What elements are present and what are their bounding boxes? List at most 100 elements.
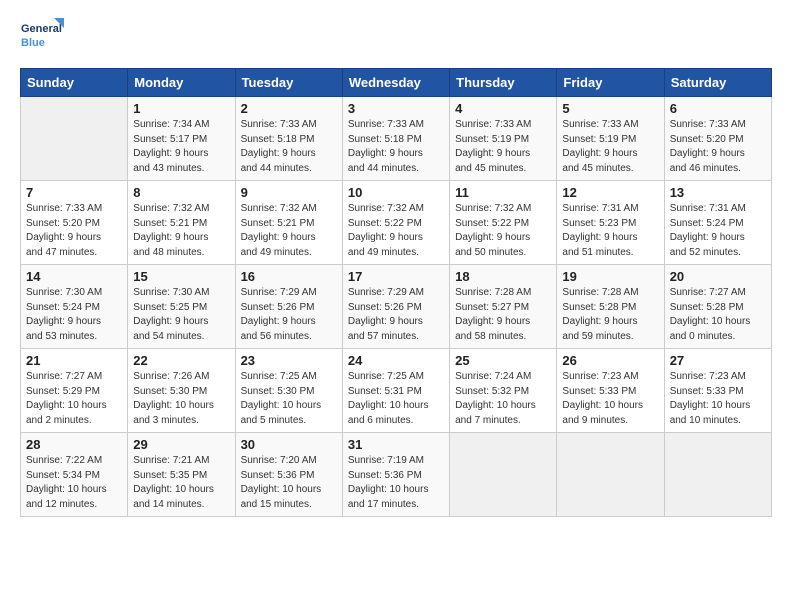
calendar-cell: 6 Sunrise: 7:33 AM Sunset: 5:20 PM Daylig…: [664, 97, 771, 181]
day-number: 25: [455, 353, 551, 368]
weekday-header: Thursday: [450, 69, 557, 97]
weekday-header: Wednesday: [342, 69, 449, 97]
calendar-cell: 2 Sunrise: 7:33 AM Sunset: 5:18 PM Daylig…: [235, 97, 342, 181]
day-number: 23: [241, 353, 337, 368]
day-number: 19: [562, 269, 658, 284]
calendar-cell: 31 Sunrise: 7:19 AM Sunset: 5:36 PM Dayli…: [342, 433, 449, 517]
weekday-header: Friday: [557, 69, 664, 97]
logo: General Blue: [20, 16, 64, 60]
day-number: 12: [562, 185, 658, 200]
calendar-cell: 18 Sunrise: 7:28 AM Sunset: 5:27 PM Dayli…: [450, 265, 557, 349]
day-number: 31: [348, 437, 444, 452]
day-number: 7: [26, 185, 122, 200]
calendar-cell: 3 Sunrise: 7:33 AM Sunset: 5:18 PM Daylig…: [342, 97, 449, 181]
day-number: 20: [670, 269, 766, 284]
cell-detail: Sunrise: 7:22 AM Sunset: 5:34 PM Dayligh…: [26, 454, 122, 512]
cell-detail: Sunrise: 7:31 AM Sunset: 5:23 PM Dayligh…: [562, 202, 658, 260]
calendar-cell: [557, 433, 664, 517]
cell-detail: Sunrise: 7:33 AM Sunset: 5:20 PM Dayligh…: [670, 118, 766, 176]
cell-detail: Sunrise: 7:27 AM Sunset: 5:28 PM Dayligh…: [670, 286, 766, 344]
cell-detail: Sunrise: 7:30 AM Sunset: 5:25 PM Dayligh…: [133, 286, 229, 344]
cell-detail: Sunrise: 7:33 AM Sunset: 5:19 PM Dayligh…: [562, 118, 658, 176]
day-number: 14: [26, 269, 122, 284]
day-number: 4: [455, 101, 551, 116]
cell-detail: Sunrise: 7:19 AM Sunset: 5:36 PM Dayligh…: [348, 454, 444, 512]
calendar-table: SundayMondayTuesdayWednesdayThursdayFrid…: [20, 68, 772, 517]
cell-detail: Sunrise: 7:21 AM Sunset: 5:35 PM Dayligh…: [133, 454, 229, 512]
cell-detail: Sunrise: 7:24 AM Sunset: 5:32 PM Dayligh…: [455, 370, 551, 428]
calendar-cell: 26 Sunrise: 7:23 AM Sunset: 5:33 PM Dayli…: [557, 349, 664, 433]
calendar-cell: 4 Sunrise: 7:33 AM Sunset: 5:19 PM Daylig…: [450, 97, 557, 181]
cell-detail: Sunrise: 7:32 AM Sunset: 5:22 PM Dayligh…: [348, 202, 444, 260]
calendar-cell: 23 Sunrise: 7:25 AM Sunset: 5:30 PM Dayli…: [235, 349, 342, 433]
calendar-cell: [664, 433, 771, 517]
day-number: 26: [562, 353, 658, 368]
day-number: 10: [348, 185, 444, 200]
day-number: 21: [26, 353, 122, 368]
cell-detail: Sunrise: 7:26 AM Sunset: 5:30 PM Dayligh…: [133, 370, 229, 428]
calendar-cell: 30Sunrise: 7:20 AM Sunset: 5:36 PM Dayli…: [235, 433, 342, 517]
calendar-cell: 20 Sunrise: 7:27 AM Sunset: 5:28 PM Dayli…: [664, 265, 771, 349]
cell-detail: Sunrise: 7:23 AM Sunset: 5:33 PM Dayligh…: [670, 370, 766, 428]
cell-detail: Sunrise: 7:33 AM Sunset: 5:18 PM Dayligh…: [348, 118, 444, 176]
day-number: 8: [133, 185, 229, 200]
day-number: 6: [670, 101, 766, 116]
cell-detail: Sunrise: 7:25 AM Sunset: 5:30 PM Dayligh…: [241, 370, 337, 428]
calendar-cell: 24 Sunrise: 7:25 AM Sunset: 5:31 PM Dayli…: [342, 349, 449, 433]
day-number: 29: [133, 437, 229, 452]
calendar-cell: 11Sunrise: 7:32 AM Sunset: 5:22 PM Dayli…: [450, 181, 557, 265]
calendar-cell: 22Sunrise: 7:26 AM Sunset: 5:30 PM Dayli…: [128, 349, 235, 433]
cell-detail: Sunrise: 7:34 AM Sunset: 5:17 PM Dayligh…: [133, 118, 229, 176]
header: General Blue: [20, 16, 772, 60]
cell-detail: Sunrise: 7:28 AM Sunset: 5:27 PM Dayligh…: [455, 286, 551, 344]
weekday-header: Monday: [128, 69, 235, 97]
cell-detail: Sunrise: 7:32 AM Sunset: 5:21 PM Dayligh…: [133, 202, 229, 260]
cell-detail: Sunrise: 7:33 AM Sunset: 5:19 PM Dayligh…: [455, 118, 551, 176]
calendar-cell: 9 Sunrise: 7:32 AM Sunset: 5:21 PM Daylig…: [235, 181, 342, 265]
weekday-header: Saturday: [664, 69, 771, 97]
calendar-cell: 28 Sunrise: 7:22 AM Sunset: 5:34 PM Dayli…: [21, 433, 128, 517]
logo-svg: General Blue: [20, 16, 64, 60]
cell-detail: Sunrise: 7:33 AM Sunset: 5:18 PM Dayligh…: [241, 118, 337, 176]
cell-detail: Sunrise: 7:29 AM Sunset: 5:26 PM Dayligh…: [348, 286, 444, 344]
weekday-header: Sunday: [21, 69, 128, 97]
day-number: 16: [241, 269, 337, 284]
svg-text:Blue: Blue: [21, 37, 45, 49]
calendar-cell: 14Sunrise: 7:30 AM Sunset: 5:24 PM Dayli…: [21, 265, 128, 349]
calendar-cell: 1 Sunrise: 7:34 AM Sunset: 5:17 PM Daylig…: [128, 97, 235, 181]
cell-detail: Sunrise: 7:20 AM Sunset: 5:36 PM Dayligh…: [241, 454, 337, 512]
calendar-cell: [21, 97, 128, 181]
cell-detail: Sunrise: 7:32 AM Sunset: 5:21 PM Dayligh…: [241, 202, 337, 260]
day-number: 1: [133, 101, 229, 116]
cell-detail: Sunrise: 7:27 AM Sunset: 5:29 PM Dayligh…: [26, 370, 122, 428]
day-number: 2: [241, 101, 337, 116]
calendar-cell: 19 Sunrise: 7:28 AM Sunset: 5:28 PM Dayli…: [557, 265, 664, 349]
day-number: 5: [562, 101, 658, 116]
calendar-cell: 16Sunrise: 7:29 AM Sunset: 5:26 PM Dayli…: [235, 265, 342, 349]
calendar-cell: 25 Sunrise: 7:24 AM Sunset: 5:32 PM Dayli…: [450, 349, 557, 433]
cell-detail: Sunrise: 7:28 AM Sunset: 5:28 PM Dayligh…: [562, 286, 658, 344]
calendar-cell: 13Sunrise: 7:31 AM Sunset: 5:24 PM Dayli…: [664, 181, 771, 265]
cell-detail: Sunrise: 7:25 AM Sunset: 5:31 PM Dayligh…: [348, 370, 444, 428]
cell-detail: Sunrise: 7:31 AM Sunset: 5:24 PM Dayligh…: [670, 202, 766, 260]
calendar-cell: 10 Sunrise: 7:32 AM Sunset: 5:22 PM Dayli…: [342, 181, 449, 265]
day-number: 28: [26, 437, 122, 452]
calendar-header: SundayMondayTuesdayWednesdayThursdayFrid…: [21, 69, 772, 97]
calendar-cell: 17Sunrise: 7:29 AM Sunset: 5:26 PM Dayli…: [342, 265, 449, 349]
calendar-cell: 15 Sunrise: 7:30 AM Sunset: 5:25 PM Dayli…: [128, 265, 235, 349]
calendar-cell: 27 Sunrise: 7:23 AM Sunset: 5:33 PM Dayli…: [664, 349, 771, 433]
calendar-cell: 29 Sunrise: 7:21 AM Sunset: 5:35 PM Dayli…: [128, 433, 235, 517]
calendar-cell: 12 Sunrise: 7:31 AM Sunset: 5:23 PM Dayli…: [557, 181, 664, 265]
day-number: 9: [241, 185, 337, 200]
day-number: 24: [348, 353, 444, 368]
calendar-cell: 7 Sunrise: 7:33 AM Sunset: 5:20 PM Daylig…: [21, 181, 128, 265]
day-number: 3: [348, 101, 444, 116]
cell-detail: Sunrise: 7:23 AM Sunset: 5:33 PM Dayligh…: [562, 370, 658, 428]
day-number: 18: [455, 269, 551, 284]
day-number: 15: [133, 269, 229, 284]
cell-detail: Sunrise: 7:32 AM Sunset: 5:22 PM Dayligh…: [455, 202, 551, 260]
svg-text:General: General: [21, 23, 62, 35]
cell-detail: Sunrise: 7:33 AM Sunset: 5:20 PM Dayligh…: [26, 202, 122, 260]
weekday-header: Tuesday: [235, 69, 342, 97]
day-number: 27: [670, 353, 766, 368]
